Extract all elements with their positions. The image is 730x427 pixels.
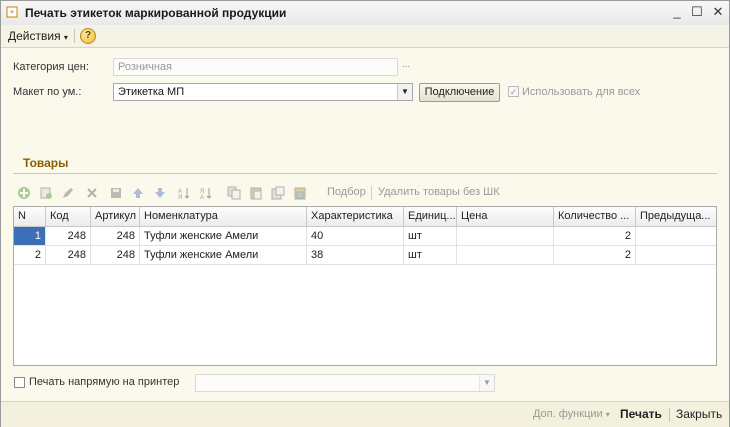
- price-category-label: Категория цен:: [13, 61, 89, 73]
- extra-functions-menu[interactable]: Доп. функции ▾: [533, 408, 610, 420]
- table-row-qty[interactable]: 2: [554, 227, 636, 246]
- table-row-n[interactable]: 2: [14, 246, 46, 265]
- table-row-name[interactable]: Туфли женские Амели: [140, 246, 307, 265]
- layout-select[interactable]: Этикетка МП ▼: [113, 83, 413, 101]
- toolbar-separator: [371, 186, 372, 200]
- table-row-qty[interactable]: 2: [554, 246, 636, 265]
- paste-icon[interactable]: [249, 186, 263, 200]
- table-row-article[interactable]: 248: [91, 227, 140, 246]
- goods-table: N Код Артикул Номенклатура Характеристик…: [13, 206, 717, 366]
- svg-text:+: +: [9, 7, 14, 17]
- save-icon[interactable]: [109, 186, 123, 200]
- chevron-down-icon: ▾: [63, 33, 68, 42]
- table-row-article[interactable]: 248: [91, 246, 140, 265]
- price-category-value: Розничная: [118, 61, 172, 73]
- edit-icon[interactable]: [61, 186, 75, 200]
- sort-asc-icon[interactable]: AЯ: [177, 186, 191, 200]
- column-header[interactable]: Единиц...: [404, 207, 457, 227]
- selection-button[interactable]: Подбор: [327, 186, 366, 198]
- goods-group-title: Товары: [23, 156, 69, 170]
- svg-text:Я: Я: [178, 195, 182, 200]
- minimize-button[interactable]: _: [669, 4, 685, 20]
- maximize-button[interactable]: ☐: [689, 4, 705, 20]
- add-icon[interactable]: [17, 186, 31, 200]
- column-header[interactable]: N: [14, 207, 46, 227]
- window-title: Печать этикеток маркированной продукции: [25, 6, 287, 20]
- help-icon[interactable]: ?: [80, 28, 96, 44]
- delete-icon[interactable]: [85, 186, 99, 200]
- print-direct-label: Печать напрямую на принтер: [29, 376, 180, 388]
- table-row-characteristic[interactable]: 38: [307, 246, 404, 265]
- layout-label: Макет по ум.:: [13, 86, 82, 98]
- footer-bar: Доп. функции ▾ Печать Закрыть: [1, 401, 729, 427]
- column-header[interactable]: Номенклатура: [140, 207, 307, 227]
- footer-separator: [669, 408, 670, 422]
- toolbar-separator: [74, 29, 75, 43]
- dropdown-arrow-icon[interactable]: ▼: [397, 84, 412, 100]
- move-up-icon[interactable]: [131, 186, 145, 200]
- table-row-prev[interactable]: [636, 246, 716, 265]
- chevron-down-icon: ▾: [605, 410, 610, 419]
- svg-text:A: A: [200, 195, 204, 200]
- remove-without-barcode-button[interactable]: Удалить товары без ШК: [378, 186, 500, 198]
- table-row-unit[interactable]: шт: [404, 227, 457, 246]
- close-button[interactable]: Закрыть: [676, 407, 722, 421]
- title-bar: + Печать этикеток маркированной продукци…: [1, 1, 729, 26]
- column-header[interactable]: Количество ...: [554, 207, 636, 227]
- table-row-n[interactable]: 1: [14, 227, 46, 246]
- connect-button[interactable]: Подключение: [419, 83, 500, 102]
- dropdown-arrow-icon: ▼: [479, 375, 494, 391]
- print-direct-checkbox[interactable]: [14, 377, 25, 388]
- clipboard-icon[interactable]: [293, 186, 307, 200]
- table-row-characteristic[interactable]: 40: [307, 227, 404, 246]
- table-row-price[interactable]: [457, 246, 554, 265]
- app-icon: +: [6, 6, 18, 18]
- move-down-icon[interactable]: [153, 186, 167, 200]
- column-header[interactable]: Код: [46, 207, 91, 227]
- column-header[interactable]: Предыдуща...: [636, 207, 716, 227]
- table-row-name[interactable]: Туфли женские Амели: [140, 227, 307, 246]
- price-category-field: Розничная: [113, 58, 398, 76]
- print-button[interactable]: Печать: [620, 407, 662, 421]
- table-row-unit[interactable]: шт: [404, 246, 457, 265]
- close-window-button[interactable]: ✕: [710, 4, 726, 20]
- command-bar: Действия ▾ ?: [1, 25, 729, 48]
- column-header[interactable]: Цена: [457, 207, 554, 227]
- actions-menu[interactable]: Действия ▾: [8, 29, 68, 43]
- goods-group-line: [13, 173, 717, 174]
- actions-menu-label: Действия: [8, 29, 61, 43]
- use-for-all-label: Использовать для всех: [522, 86, 641, 98]
- extra-functions-label: Доп. функции: [533, 408, 603, 420]
- paste-special-icon[interactable]: [271, 186, 285, 200]
- sort-desc-icon[interactable]: ЯA: [199, 186, 213, 200]
- goods-toolbar: AЯ ЯA Подбор Удалить товары без ШК: [13, 183, 717, 203]
- table-row-code[interactable]: 248: [46, 227, 91, 246]
- printer-select: ▼: [195, 374, 495, 392]
- column-header[interactable]: Характеристика: [307, 207, 404, 227]
- layout-value: Этикетка МП: [118, 86, 185, 98]
- copy-row-icon[interactable]: [39, 186, 53, 200]
- use-for-all-checkbox[interactable]: ✓: [508, 86, 519, 97]
- table-row-code[interactable]: 248: [46, 246, 91, 265]
- main-window: + Печать этикеток маркированной продукци…: [0, 0, 730, 427]
- column-header[interactable]: Артикул: [91, 207, 140, 227]
- table-row-price[interactable]: [457, 227, 554, 246]
- copy-icon[interactable]: [227, 186, 241, 200]
- select-ellipsis-button: ...: [401, 59, 411, 70]
- table-row-prev[interactable]: [636, 227, 716, 246]
